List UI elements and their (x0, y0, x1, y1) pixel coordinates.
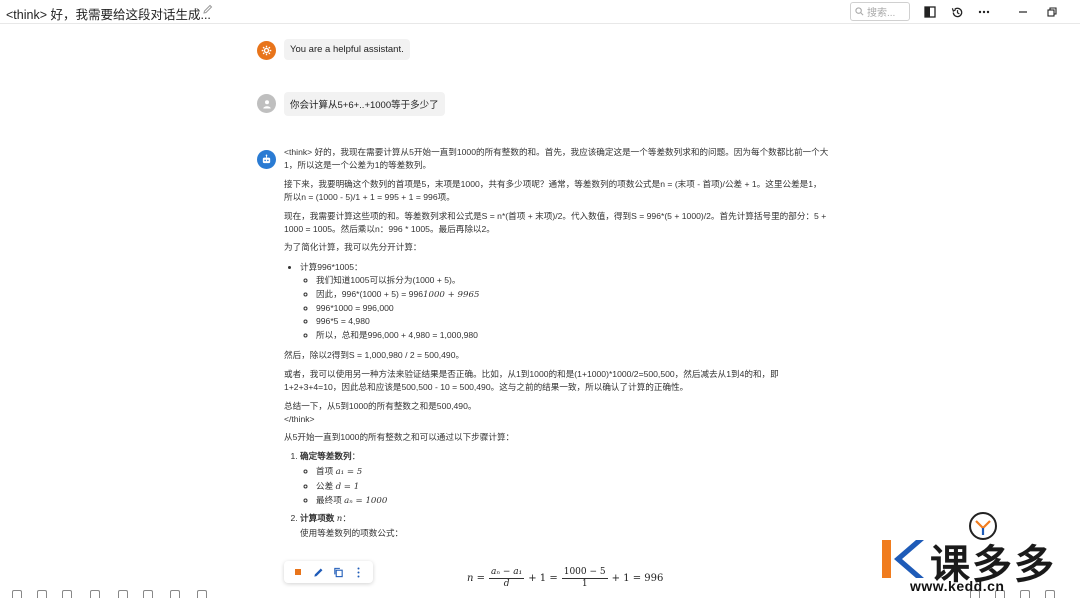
history-icon[interactable] (948, 3, 966, 21)
assistant-avatar (257, 150, 276, 169)
edit-icon[interactable] (310, 564, 326, 580)
bottom-icon[interactable] (37, 590, 47, 598)
logo-url-text: www.kedd.cn (910, 578, 1005, 594)
steps-list: 确定等差数列： 首项 a₁ = 5 公差 d = 1 最终项 aₙ = 1000… (284, 450, 830, 540)
step-item: 确定等差数列： 首项 a₁ = 5 公差 d = 1 最终项 aₙ = 1000 (300, 450, 830, 509)
more-options-icon[interactable] (975, 3, 993, 21)
stop-icon[interactable] (290, 564, 306, 580)
system-message: You are a helpful assistant. (284, 39, 410, 60)
robot-icon (262, 154, 271, 164)
bottom-icon[interactable] (143, 590, 153, 598)
bottom-icon[interactable] (62, 590, 72, 598)
search-placeholder: 搜索... (867, 8, 896, 19)
think-paragraph-2: 接下来，我要明确这个数列的首项是5，末项是1000，共有多少项呢？通常，等差数列… (284, 178, 822, 203)
user-avatar (257, 94, 276, 113)
assistant-message: <think> 好的，我现在需要计算从5开始一直到1000的所有整数的和。首先，… (284, 146, 830, 544)
think-paragraph-6: 或者，我可以使用另一种方法来验证结果是否正确。比如，从1到1000的和是(1+1… (284, 368, 779, 393)
list-item: 公差 d = 1 (316, 480, 830, 494)
think-paragraph-5: 然后，除以2得到S = 1,000,980 / 2 = 500,490。 (284, 350, 465, 361)
think-paragraph-4: 为了简化计算，我可以先分开计算： (284, 242, 422, 253)
think-paragraph-7: 总结一下，从5到1000的所有整数之和是500,490。 (284, 400, 477, 411)
list-item: 因此，996*(1000 + 5) = 9961000 + 9965 (316, 288, 830, 302)
minimize-icon[interactable] (1014, 3, 1032, 21)
bottom-icon[interactable] (197, 590, 207, 598)
conversation-title[interactable]: <think> 好，我需要给这段对话生成... (6, 4, 211, 23)
think-paragraph-3: 现在，我需要计算这些项的和。等差数列求和公式是S = n*(首项 + 末项)/2… (284, 210, 827, 235)
list-item: 计算996*1005： 我们知道1005可以拆分为(1000 + 5)。 因此，… (300, 261, 830, 342)
step-description: 使用等差数列的项数公式： (300, 527, 404, 538)
logo-mark-icon (882, 540, 924, 578)
calc-sublist: 我们知道1005可以拆分为(1000 + 5)。 因此，996*(1000 + … (300, 274, 830, 342)
edit-title-icon[interactable] (203, 3, 213, 17)
fraction: aₙ − a₁ d (489, 567, 525, 589)
list-item: 首项 a₁ = 5 (316, 465, 830, 479)
bottom-icon[interactable] (12, 590, 22, 598)
user-icon (262, 99, 271, 108)
system-avatar (257, 41, 276, 60)
calc-list: 计算996*1005： 我们知道1005可以拆分为(1000 + 5)。 因此，… (284, 261, 830, 342)
think-close-tag: </think> (284, 413, 315, 424)
bottom-icon[interactable] (90, 590, 100, 598)
step-sublist: 首项 a₁ = 5 公差 d = 1 最终项 aₙ = 1000 (300, 465, 830, 508)
list-item: 所以，总和是996,000 + 4,980 = 1,000,980 (316, 329, 830, 342)
think-paragraph-1: <think> 好的，我现在需要计算从5开始一直到1000的所有整数的和。首先，… (284, 147, 829, 171)
list-item: 我们知道1005可以拆分为(1000 + 5)。 (316, 274, 830, 287)
user-message: 你会计算从5+6+..+1000等于多少了 (284, 92, 445, 116)
restore-window-icon[interactable] (1043, 3, 1061, 21)
step-item: 计算项数 n： 使用等差数列的项数公式： (300, 512, 830, 540)
split-view-icon[interactable] (921, 3, 939, 21)
term-count-formula: n = aₙ − a₁ d + 1 = 1000 − 51 + 1 = 996 (467, 567, 664, 589)
message-toolbar (284, 561, 373, 583)
answer-intro: 从5开始一直到1000的所有整数之和可以通过以下步骤计算： (284, 432, 515, 443)
gear-icon (261, 45, 272, 56)
list-item: 996*1000 = 996,000 (316, 302, 830, 315)
more-icon[interactable] (351, 564, 367, 580)
list-item: 996*5 = 4,980 (316, 315, 830, 328)
watermark-logo: 课多多 www.kedd.cn (880, 510, 1080, 598)
top-bar: <think> 好，我需要给这段对话生成... 搜索... (0, 0, 1080, 24)
fraction: 1000 − 51 (561, 567, 608, 589)
copy-icon[interactable] (331, 564, 347, 580)
bottom-icon[interactable] (170, 590, 180, 598)
search-input[interactable]: 搜索... (850, 2, 910, 21)
bottom-icon[interactable] (118, 590, 128, 598)
list-item: 最终项 aₙ = 1000 (316, 494, 830, 508)
search-icon (855, 7, 864, 16)
